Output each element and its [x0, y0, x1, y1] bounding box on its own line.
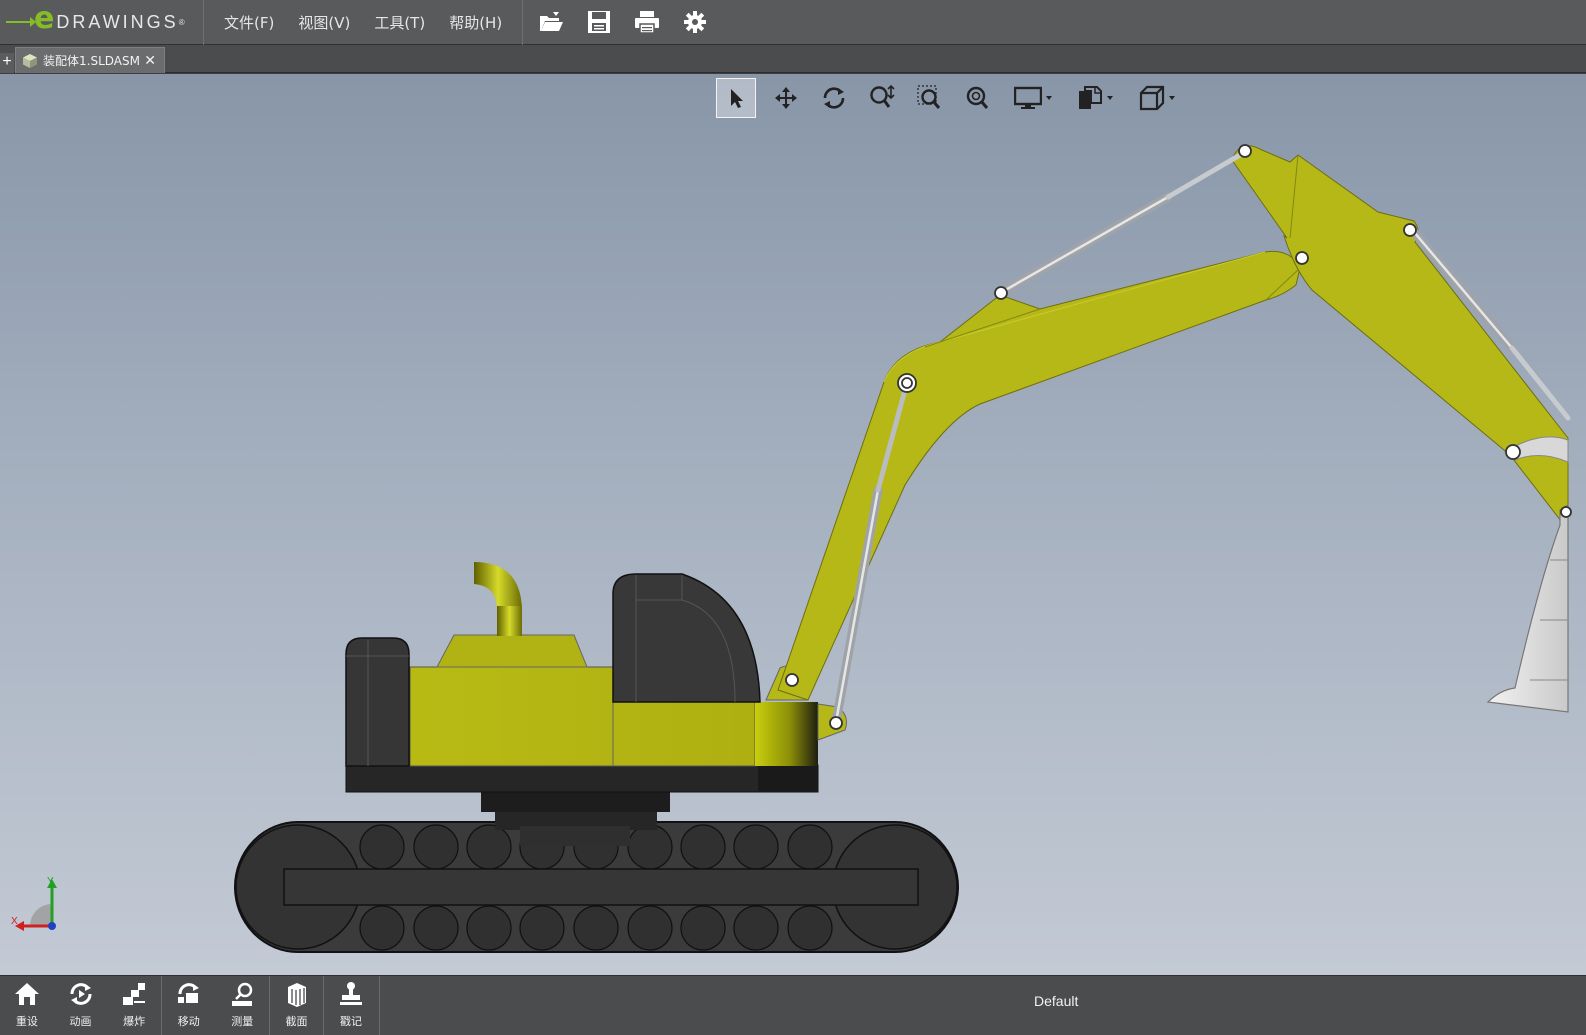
menu-view[interactable]: 视图(V): [286, 12, 362, 33]
axis-triad: Y X: [11, 876, 57, 931]
animate-label: 动画: [69, 1015, 92, 1028]
home-icon: [14, 983, 39, 1005]
assembly-icon: [23, 53, 37, 68]
bottom-command-bar: 重设 动画 爆炸 移动 测量 截面 戳记 Default: [0, 975, 1586, 1035]
options-button[interactable]: [671, 0, 719, 45]
menu-tools[interactable]: 工具(T): [362, 12, 437, 33]
explode-label: 爆炸: [123, 1015, 146, 1028]
excavator-model[interactable]: [0, 74, 1586, 975]
bottom-group-tools: 移动 测量: [162, 976, 270, 1035]
chevron-down-icon: [1169, 96, 1175, 100]
menu-separator: [522, 0, 524, 45]
section-button[interactable]: 截面: [270, 976, 323, 1035]
zoom-in-out-icon: [966, 86, 989, 109]
save-button[interactable]: [575, 0, 623, 45]
display-style-button[interactable]: [1002, 78, 1064, 118]
file-toolbar: [527, 0, 719, 45]
save-icon: [588, 11, 611, 33]
zoom-fit-button[interactable]: [858, 78, 906, 118]
view-orientation-icon: [1139, 85, 1165, 111]
stamp-icon: [340, 982, 362, 1005]
display-style-icon: [1014, 86, 1042, 109]
configuration-name[interactable]: Default: [1034, 993, 1078, 1009]
print-icon: [635, 11, 660, 34]
move-icon: [177, 983, 199, 1003]
measure-button[interactable]: 测量: [216, 976, 270, 1035]
document-tab-label: 装配体1.SLDASM: [43, 54, 140, 68]
stamp-label: 戳记: [340, 1015, 362, 1028]
document-tab-bar: + 装配体1.SLDASM ✕: [0, 45, 1586, 73]
3d-viewport[interactable]: Y X: [0, 74, 1586, 975]
menu-file[interactable]: 文件(F): [212, 12, 286, 33]
logo-arrow-icon: [6, 17, 36, 27]
view-orientation-button[interactable]: [1126, 78, 1188, 118]
triad-y-label: Y: [47, 876, 54, 887]
bottom-group-view: 重设 动画 爆炸: [0, 976, 162, 1035]
hydraulic-cylinders[interactable]: [831, 152, 1571, 727]
pan-button[interactable]: [762, 78, 810, 118]
measure-label: 测量: [231, 1015, 254, 1028]
open-folder-icon: [540, 12, 564, 31]
bucket[interactable]: [1486, 503, 1569, 713]
rotate-button[interactable]: [810, 78, 858, 118]
logo-letter: e: [34, 1, 55, 36]
zoom-area-button[interactable]: [906, 78, 954, 118]
stick-arm[interactable]: [1231, 145, 1569, 532]
zoom-button[interactable]: [954, 78, 1002, 118]
select-tool-button[interactable]: [716, 78, 756, 118]
zoom-area-icon: [917, 85, 941, 109]
main-menu: 文件(F) 视图(V) 工具(T) 帮助(H): [204, 0, 514, 45]
logo-word: DRAWINGS: [56, 11, 179, 32]
add-tab-button[interactable]: +: [0, 53, 14, 73]
animate-icon: [70, 983, 91, 1005]
explode-button[interactable]: 爆炸: [107, 976, 161, 1035]
chevron-down-icon: [1046, 96, 1052, 100]
sheet-view-button[interactable]: [1064, 78, 1126, 118]
bottom-group-section: 截面: [270, 976, 324, 1035]
explode-icon: [123, 983, 146, 1005]
reset-button[interactable]: 重设: [0, 976, 54, 1035]
animate-button[interactable]: 动画: [54, 976, 108, 1035]
reset-label: 重设: [15, 1015, 38, 1028]
chevron-down-icon: [1107, 96, 1113, 100]
open-button[interactable]: [527, 0, 575, 45]
edrawings-logo: e DRAWINGS ®: [0, 0, 204, 45]
logo-registered-mark: ®: [178, 17, 185, 27]
menu-bar: e DRAWINGS ® 文件(F) 视图(V) 工具(T) 帮助(H): [0, 0, 1586, 45]
triad-x-label: X: [11, 916, 18, 927]
heads-up-view-toolbar: [716, 78, 1188, 118]
document-tab[interactable]: 装配体1.SLDASM ✕: [15, 47, 165, 73]
section-icon: [287, 983, 306, 1007]
measure-icon: [232, 982, 253, 1006]
section-label: 截面: [285, 1015, 308, 1028]
select-arrow-icon: [731, 89, 743, 108]
gear-icon: [684, 11, 707, 33]
sheet-view-icon: [1079, 86, 1102, 109]
upper-body[interactable]: [345, 562, 847, 793]
menu-help[interactable]: 帮助(H): [437, 12, 514, 33]
zoom-fit-icon: [870, 85, 895, 108]
close-tab-icon[interactable]: ✕: [144, 52, 156, 69]
bottom-group-markup: 戳记: [324, 976, 380, 1035]
move-button[interactable]: 移动: [162, 976, 216, 1035]
print-button[interactable]: [623, 0, 671, 45]
stamp-button[interactable]: 戳记: [324, 976, 378, 1035]
pan-icon: [775, 87, 797, 109]
rotate-icon: [823, 87, 845, 109]
move-label: 移动: [177, 1015, 200, 1028]
